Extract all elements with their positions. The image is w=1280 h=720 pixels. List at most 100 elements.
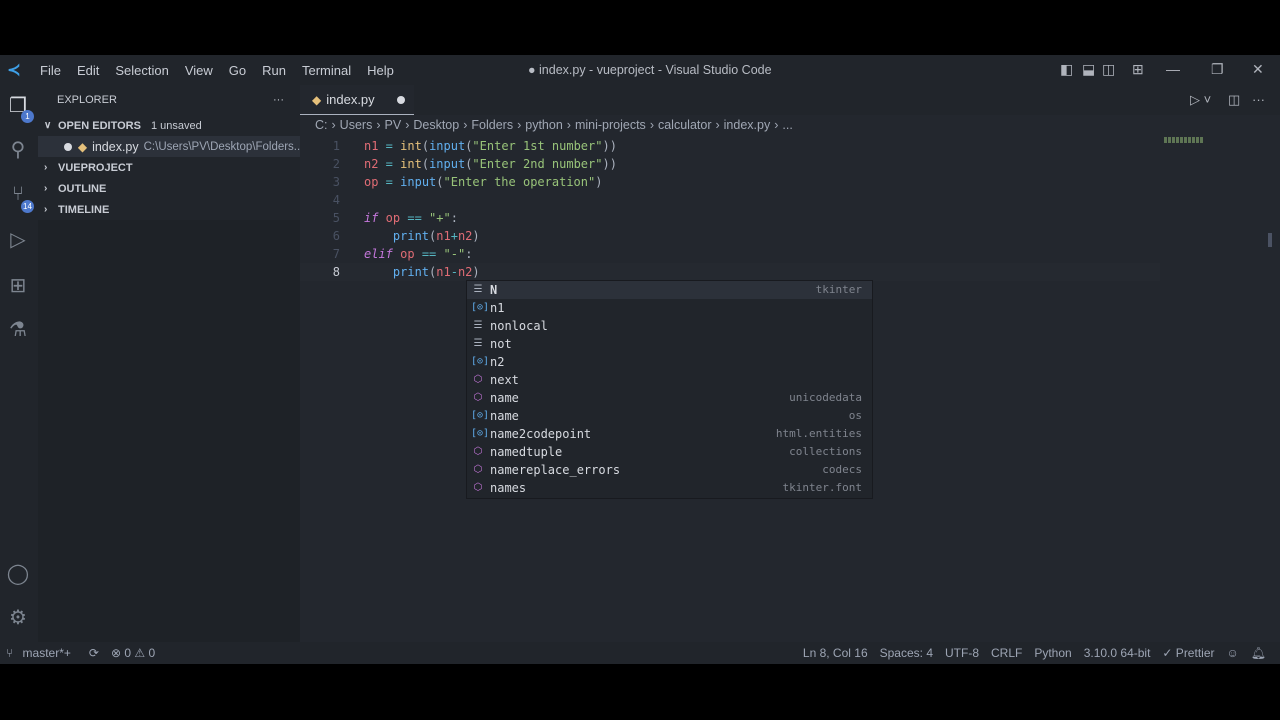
feedback-icon[interactable]: ☺ — [1227, 646, 1239, 660]
breadcrumb-item[interactable]: PV — [385, 118, 402, 132]
menu-selection[interactable]: Selection — [115, 63, 168, 78]
sync-icon[interactable]: ⟳ — [89, 646, 99, 660]
suggestion-item[interactable]: ⬡ namereplace_errors codecs — [467, 461, 872, 479]
extensions-icon[interactable]: ⊞ — [4, 273, 32, 301]
breadcrumb-item[interactable]: python — [525, 118, 563, 132]
suggestion-item[interactable]: [⊙] name2codepoint html.entities — [467, 425, 872, 443]
window-title: ● index.py - vueproject - Visual Studio … — [528, 63, 772, 77]
more-actions-icon[interactable]: ··· — [1252, 92, 1265, 107]
chevron-down-icon: ∨ — [44, 120, 52, 131]
search-icon[interactable]: ⚲ — [4, 137, 32, 165]
timeline-section[interactable]: › TIMELINE — [38, 199, 300, 220]
python-file-icon: ◆ — [77, 139, 88, 154]
accounts-icon[interactable]: ◯ — [4, 561, 32, 589]
run-debug-icon[interactable]: ▷ — [4, 227, 32, 255]
code-token: input — [400, 175, 437, 189]
suggestion-label: not — [490, 337, 512, 351]
breadcrumb-item[interactable]: index.py — [724, 118, 771, 132]
code-token: == — [414, 247, 444, 261]
tab-index-py[interactable]: ◆ index.py — [300, 85, 414, 115]
line-number: 8 — [332, 265, 340, 279]
line-text: if op == "+": — [364, 209, 458, 227]
encoding[interactable]: UTF-8 — [945, 646, 979, 660]
git-branch[interactable]: ⑂ master*+ — [6, 646, 77, 660]
settings-gear-icon[interactable]: ⚙ — [4, 605, 32, 633]
toggle-secondary-sidebar-icon[interactable]: ◫ — [1102, 61, 1115, 78]
line-ending[interactable]: CRLF — [991, 646, 1022, 660]
menu-help[interactable]: Help — [367, 63, 394, 78]
suggestion-label: name — [490, 409, 519, 423]
python-interpreter[interactable]: 3.10.0 64-bit — [1084, 646, 1151, 660]
section-label: OUTLINE — [58, 182, 107, 195]
open-editor-item[interactable]: ◆ index.py C:\Users\PV\Desktop\Folders... — [38, 136, 300, 157]
suggestion-item[interactable]: ☰ not — [467, 335, 872, 353]
activity-bar: ❐ 1 ⚲ ⑂ 14 ▷ ⊞ ⚗ ◯ ⚙ — [0, 85, 38, 648]
line-number: 3 — [332, 175, 340, 189]
menu-go[interactable]: Go — [229, 63, 246, 78]
line-text: n1 = int(input("Enter 1st number")) — [364, 137, 617, 155]
problems[interactable]: ⊗ 0 ⚠ 0 — [111, 646, 155, 660]
suggestion-item[interactable]: ☰ nonlocal — [467, 317, 872, 335]
breadcrumb-item[interactable]: mini-projects — [575, 118, 646, 132]
menu-run[interactable]: Run — [262, 63, 286, 78]
open-editors-section[interactable]: ∨ OPEN EDITORS 1 unsaved — [38, 115, 300, 136]
indentation[interactable]: Spaces: 4 — [880, 646, 933, 660]
module-icon: ⬡ — [473, 482, 483, 493]
code-token: = — [378, 175, 401, 189]
suggestion-item[interactable]: [⊙] n1 — [467, 299, 872, 317]
suggestion-detail: codecs — [822, 463, 862, 476]
outline-section[interactable]: › OUTLINE — [38, 178, 300, 199]
code-line: 6 print(n1+n2) — [300, 227, 1160, 245]
breadcrumb-item[interactable]: ... — [782, 118, 792, 132]
code-token: - — [450, 265, 458, 279]
prettier-status[interactable]: ✓ Prettier — [1162, 646, 1214, 660]
breadcrumb-item[interactable]: C: — [315, 118, 328, 132]
line-text: print(n1-n2) — [364, 263, 480, 281]
code-token: ) — [472, 265, 480, 279]
run-python-icon[interactable]: ▷ ˅ — [1190, 92, 1211, 108]
scrollbar[interactable] — [1268, 233, 1272, 247]
cursor-position[interactable]: Ln 8, Col 16 — [803, 646, 868, 660]
minimize-button[interactable]: — — [1166, 61, 1180, 77]
breadcrumb: C: › Users › PV › Desktop › Folders › python › mini-… — [315, 118, 793, 132]
notifications-bell-icon[interactable]: 🔔︎ — [1251, 646, 1266, 660]
suggestion-widget: ☰ Ntkinter [⊙] n1 ☰ nonlocal ☰ not [⊙] n2 ⬡ next ⬡ na… — [466, 280, 873, 499]
breadcrumb-item[interactable]: Users — [340, 118, 373, 132]
close-button[interactable]: ✕ — [1252, 61, 1264, 78]
restore-button[interactable]: ❐ — [1211, 61, 1224, 78]
split-editor-icon[interactable]: ◫ — [1228, 92, 1240, 108]
menu-edit[interactable]: Edit — [77, 63, 99, 78]
suggestion-item[interactable]: [⊙] n2 — [467, 353, 872, 371]
more-actions-icon[interactable]: ··· — [273, 94, 284, 106]
variable-icon: [⊙] — [471, 428, 490, 439]
toggle-panel-icon[interactable]: ⬓ — [1082, 61, 1095, 78]
breadcrumb-item[interactable]: Desktop — [413, 118, 459, 132]
suggestion-item[interactable]: ⬡ next — [467, 371, 872, 389]
chevron-right-icon: › — [44, 183, 48, 194]
breadcrumb-item[interactable]: Folders — [471, 118, 513, 132]
language-mode[interactable]: Python — [1034, 646, 1071, 660]
testing-icon[interactable]: ⚗ — [4, 317, 32, 345]
code-token: if — [364, 211, 379, 225]
suggestion-item[interactable]: ⬡ namedtuple collections — [467, 443, 872, 461]
code-token: "-" — [443, 247, 466, 261]
breadcrumb-item[interactable]: calculator — [658, 118, 712, 132]
menu-file[interactable]: File — [40, 63, 61, 78]
explorer-icon[interactable]: ❐ 1 — [4, 93, 34, 123]
vueproject-section[interactable]: › VUEPROJECT — [38, 157, 300, 178]
code-token: : — [450, 211, 458, 225]
keyword-icon: ☰ — [473, 338, 483, 349]
suggestion-item[interactable]: ⬡ name unicodedata — [467, 389, 872, 407]
unsaved-dot-icon[interactable] — [396, 95, 405, 104]
suggestion-item[interactable]: ☰ Ntkinter — [467, 281, 872, 299]
minimap[interactable] — [1164, 137, 1204, 143]
suggestion-item[interactable]: [⊙] name os — [467, 407, 872, 425]
toggle-sidebar-icon[interactable]: ◧ — [1060, 61, 1073, 78]
menu-terminal[interactable]: Terminal — [302, 63, 351, 78]
customize-layout-icon[interactable]: ⊞ — [1132, 61, 1144, 78]
suggestion-item[interactable]: ⬡ names tkinter.font — [467, 479, 872, 497]
source-control-icon[interactable]: ⑂ 14 — [4, 183, 34, 213]
menu-view[interactable]: View — [185, 63, 213, 78]
code-token: input — [429, 157, 466, 171]
